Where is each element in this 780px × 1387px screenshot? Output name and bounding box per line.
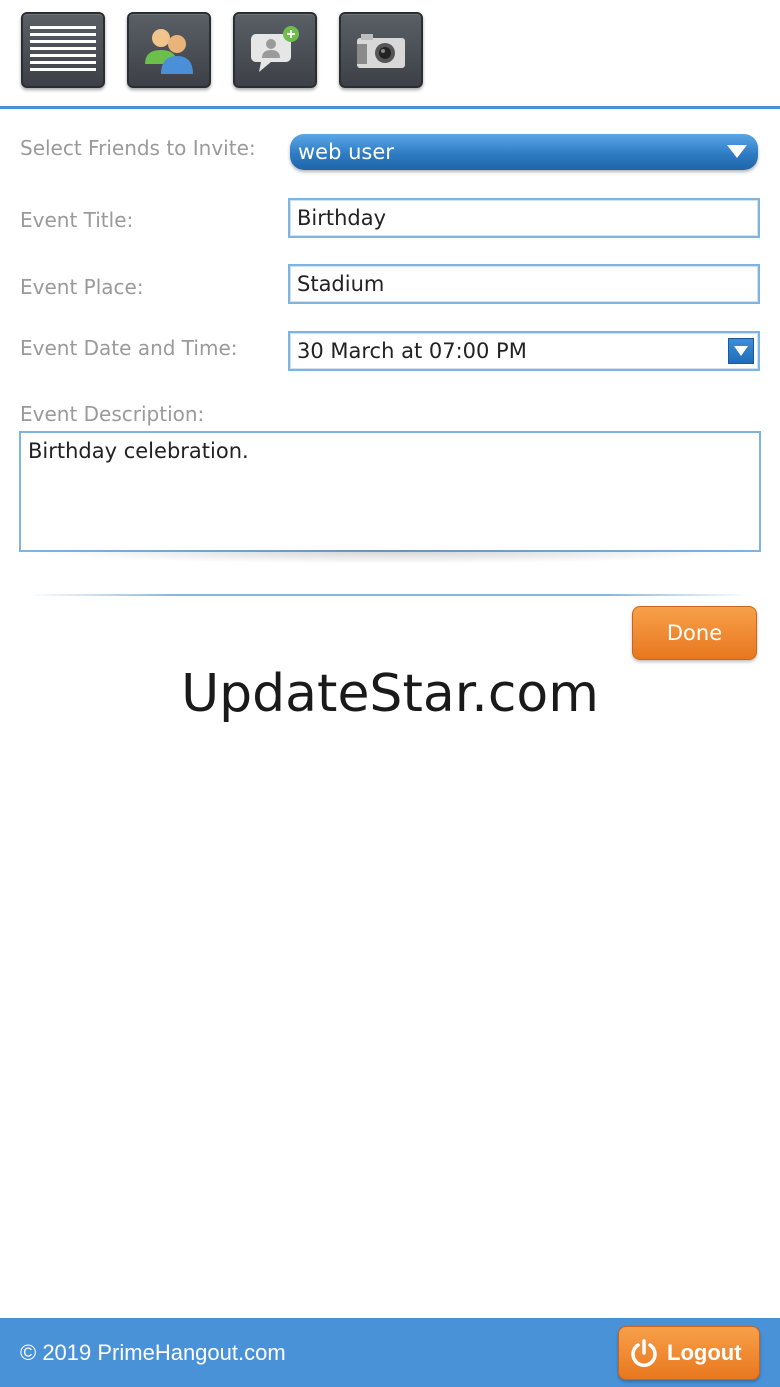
- chevron-down-icon: [734, 346, 748, 356]
- menu-button[interactable]: [21, 12, 105, 88]
- toolbar-divider: [0, 106, 780, 109]
- footer: © 2019 PrimeHangout.com Logout: [0, 1318, 780, 1387]
- description-label: Event Description:: [20, 402, 205, 426]
- datetime-field[interactable]: 30 March at 07:00 PM: [288, 331, 760, 371]
- watermark-text: UpdateStar.com: [181, 664, 599, 724]
- camera-icon: [357, 34, 405, 68]
- menu-icon: [30, 26, 96, 71]
- power-icon: [631, 1339, 657, 1367]
- done-button[interactable]: Done: [632, 606, 757, 660]
- description-field[interactable]: Birthday celebration.: [19, 431, 761, 552]
- form-divider: [30, 594, 750, 596]
- place-field[interactable]: Stadium: [288, 264, 760, 304]
- friends-select-value: web user: [298, 140, 394, 164]
- friends-button[interactable]: [127, 12, 211, 88]
- chevron-down-icon: [727, 145, 747, 158]
- datetime-value: 30 March at 07:00 PM: [297, 339, 527, 363]
- logout-button[interactable]: Logout: [618, 1326, 760, 1380]
- friends-icon: [145, 29, 193, 74]
- copyright-text: © 2019 PrimeHangout.com: [20, 1340, 286, 1365]
- friends-label: Select Friends to Invite:: [20, 136, 256, 160]
- logout-label: Logout: [667, 1340, 742, 1365]
- datetime-label: Event Date and Time:: [20, 336, 238, 360]
- title-field[interactable]: Birthday: [288, 198, 760, 238]
- top-toolbar: [0, 0, 780, 108]
- place-label: Event Place:: [20, 275, 144, 299]
- add-chat-icon: [251, 26, 299, 72]
- textarea-shadow: [24, 550, 756, 564]
- datetime-dropdown-button[interactable]: [728, 338, 754, 364]
- title-label: Event Title:: [20, 208, 134, 232]
- camera-button[interactable]: [339, 12, 423, 88]
- add-chat-button[interactable]: [233, 12, 317, 88]
- friends-select[interactable]: web user: [290, 134, 758, 170]
